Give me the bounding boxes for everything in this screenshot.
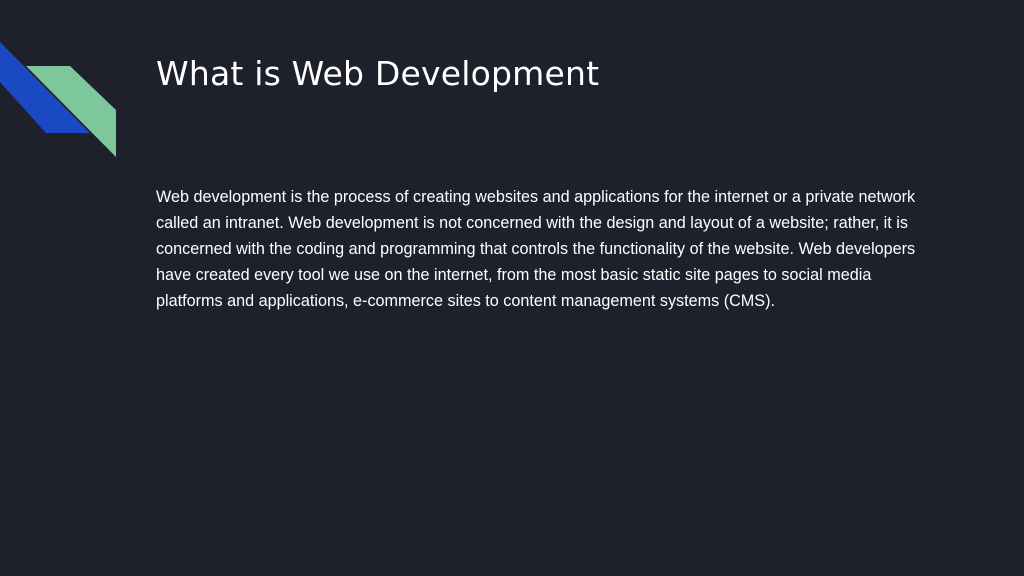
slide: What is Web Development Web development … (0, 0, 1024, 576)
slide-title: What is Web Development (156, 54, 600, 93)
slide-body-text: Web development is the process of creati… (156, 188, 916, 310)
corner-stripes-decoration (0, 42, 116, 157)
